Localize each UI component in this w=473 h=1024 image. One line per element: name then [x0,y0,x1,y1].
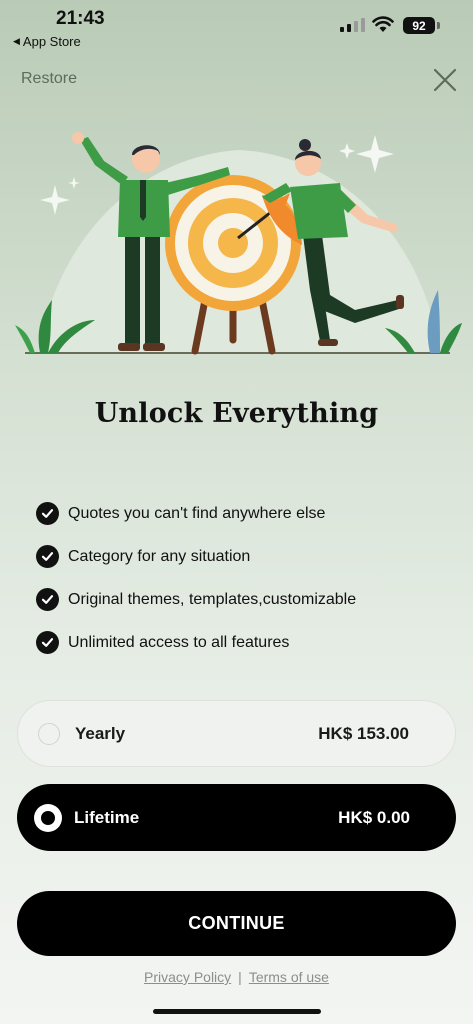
feature-item: Quotes you can't find anywhere else [36,492,356,535]
status-time: 21:43 [56,8,105,29]
status-bar: 21:43 ◀ App Store 92 [0,0,473,58]
sparkle-icon [40,185,70,215]
feature-label: Unlimited access to all features [68,633,290,651]
page-title: Unlock Everything [94,398,379,429]
terms-of-use-link[interactable]: Terms of use [249,969,329,985]
back-arrow-icon: ◀ [13,36,20,46]
sparkle-icon [339,143,355,159]
hero-illustration [15,132,462,355]
checkmark-icon [36,502,59,525]
back-to-app-store-link[interactable]: ◀ App Store [13,34,81,49]
sparkle-icon [356,135,394,173]
checkmark-icon [36,588,59,611]
feature-label: Original themes, templates,customizable [68,590,357,608]
feature-item: Unlimited access to all features [36,621,356,664]
feature-label: Category for any situation [68,547,251,565]
footer-links: Privacy Policy | Terms of use [0,969,473,985]
plan-option-lifetime[interactable]: Lifetime HK$ 0.00 [17,784,456,851]
sparkle-icon [68,177,80,189]
radio-unselected-icon[interactable] [38,722,60,745]
plan-option-yearly[interactable]: Yearly HK$ 153.00 [17,700,456,767]
close-icon[interactable] [432,67,458,93]
plan-name: Lifetime [74,807,140,827]
feature-list: Quotes you can't find anywhere else Cate… [36,492,356,664]
battery-cap [437,22,440,29]
plan-price: HK$ 0.00 [338,807,410,827]
radio-selected-icon[interactable] [34,803,62,832]
battery-indicator: 92 [403,17,435,34]
footer-separator: | [238,969,242,985]
feature-label: Quotes you can't find anywhere else [68,504,326,522]
plan-name: Yearly [75,723,126,743]
feature-item: Original themes, templates,customizable [36,578,356,621]
continue-button[interactable]: CONTINUE [17,891,456,956]
checkmark-icon [36,545,59,568]
feature-item: Category for any situation [36,535,356,578]
wifi-icon [372,16,394,32]
plan-price: HK$ 153.00 [318,723,409,743]
home-indicator[interactable] [153,1009,321,1014]
checkmark-icon [36,631,59,654]
back-link-label: App Store [22,34,81,49]
privacy-policy-link[interactable]: Privacy Policy [144,969,231,985]
restore-button[interactable]: Restore [21,70,77,88]
cellular-signal-icon [340,18,365,32]
